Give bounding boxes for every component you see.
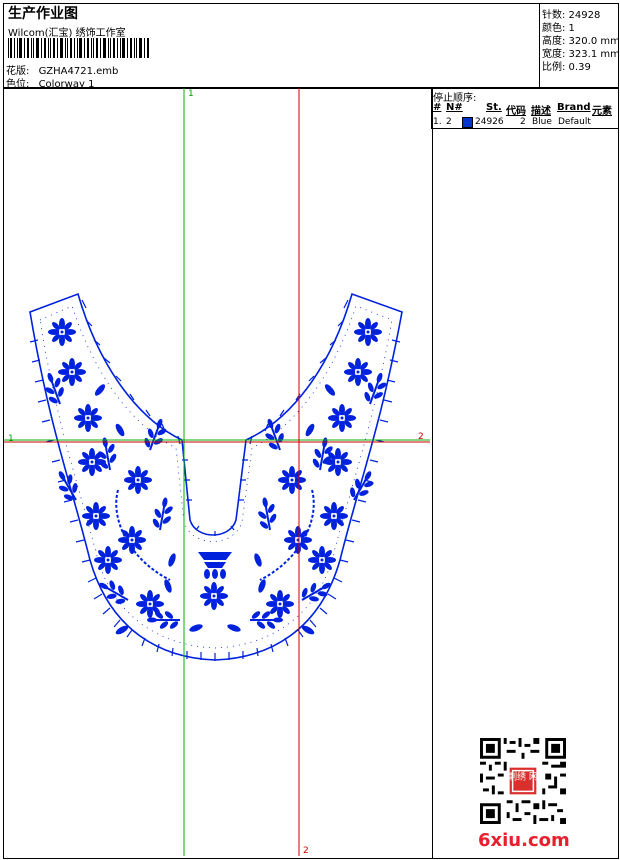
color-swatch bbox=[462, 117, 473, 128]
col-header-index: # bbox=[433, 102, 442, 113]
guide-label-1-left: 1 bbox=[8, 434, 14, 444]
row-brand: Default bbox=[558, 117, 591, 127]
guide-label-2-bottom: 2 bbox=[303, 846, 309, 856]
col-header-needle: N# bbox=[446, 102, 463, 113]
col-header-description: 描述 bbox=[531, 106, 551, 117]
stat-scale: 比例: 0.39 bbox=[542, 62, 591, 73]
row-needle: 2 bbox=[446, 117, 452, 127]
col-header-code: 代码 bbox=[506, 106, 526, 117]
row-stitches: 24926 bbox=[475, 117, 504, 127]
barcode bbox=[8, 38, 149, 58]
qr-code: 刺绣 网 bbox=[480, 738, 566, 824]
col-header-brand: Brand bbox=[557, 102, 591, 113]
guide-label-1-top: 1 bbox=[188, 89, 194, 99]
row-code: 2 bbox=[520, 117, 526, 127]
page-title: 生产作业图 bbox=[8, 6, 78, 22]
row-description: Blue bbox=[532, 117, 552, 127]
guide-label-2-right: 2 bbox=[418, 432, 424, 442]
row-index: 1. bbox=[433, 117, 442, 127]
center-fan-motif bbox=[198, 552, 232, 579]
col-header-element: 元素 bbox=[592, 106, 612, 117]
watermark-text: 6xiu.com bbox=[478, 830, 570, 851]
embroidery-drawing bbox=[4, 88, 430, 856]
qr-center-text: 刺绣 网 bbox=[508, 771, 538, 783]
col-header-stitches: St. bbox=[486, 102, 502, 113]
company-name: Wilcom(汇宝) 绣饰工作室 bbox=[8, 28, 126, 39]
